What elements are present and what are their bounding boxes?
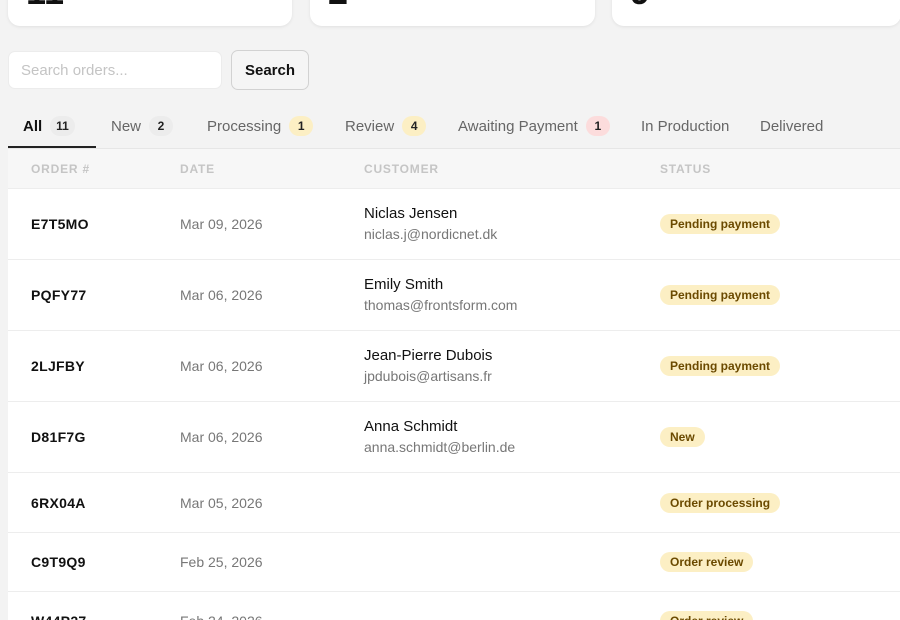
column-header-status: STATUS [660,162,712,176]
tab-label: New [111,117,142,135]
status-cell: New [660,402,705,472]
order-id: 2LJFBY [31,358,85,374]
tab-count-badge: 1 [289,116,314,136]
tab-count-badge: 1 [585,116,610,136]
customer-email: niclas.j@nordicnet.dk [364,226,498,242]
status-cell: Order review [660,592,754,620]
tab-count-badge: 11 [50,116,75,136]
column-header-customer: CUSTOMER [364,162,439,176]
status-badge: Order processing [660,492,781,513]
table-row[interactable]: W44P27 Feb 24, 2026 Order review [8,592,900,620]
customer-cell: Jean-Pierre Dubois jpdubois@artisans.fr [364,331,492,401]
stat-value: 2 [328,0,348,10]
order-id: D81F7G [31,429,86,445]
table-row[interactable]: 6RX04A Mar 05, 2026 Order processing [8,473,900,533]
tab-label: Awaiting Payment [458,117,578,135]
tab-delivered[interactable]: Delivered [745,104,823,148]
tab-count-badge: 2 [149,116,174,136]
orders-table: ORDER # DATE CUSTOMER STATUS E7T5MO Mar … [8,148,900,620]
tab-label: Delivered [760,117,824,135]
table-row[interactable]: E7T5MO Mar 09, 2026 Niclas Jensen niclas… [8,189,900,260]
order-date: Mar 06, 2026 [180,358,263,374]
stat-value: 9 [630,0,650,10]
stat-value: 11 [26,0,64,10]
table-row[interactable]: PQFY77 Mar 06, 2026 Emily Smith thomas@f… [8,260,900,331]
tab-new[interactable]: New 2 [96,104,174,148]
status-cell: Pending payment [660,331,781,401]
order-id: W44P27 [31,592,87,620]
customer-name: Niclas Jensen [364,205,458,222]
order-date: Mar 05, 2026 [180,494,263,511]
customer-name: Anna Schmidt [364,418,458,435]
status-badge: Order review [660,611,754,620]
customer-cell: Niclas Jensen niclas.j@nordicnet.dk [364,189,497,259]
tab-review[interactable]: Review 4 [330,104,427,148]
table-row[interactable]: 2LJFBY Mar 06, 2026 Jean-Pierre Dubois j… [8,331,900,402]
tab-label: Review [345,117,395,135]
tab-label: In Production [641,117,730,135]
tab-in-production[interactable]: In Production [626,104,729,148]
order-date: Feb 25, 2026 [180,554,263,570]
tab-label: Processing [207,117,282,135]
stat-card-third: 9 [612,0,900,26]
status-badge: Pending payment [660,214,781,234]
status-cell: Pending payment [660,189,781,259]
order-id: E7T5MO [31,216,89,232]
status-badge: Pending payment [660,285,781,305]
customer-name: Emily Smith [364,276,444,293]
status-cell: Order review [660,533,754,591]
order-date: Mar 06, 2026 [180,429,263,445]
stat-cards: 11 2 9 [8,0,900,26]
customer-email: anna.schmidt@berlin.de [364,439,516,455]
order-id: PQFY77 [31,287,87,303]
customer-email: thomas@frontsform.com [364,297,518,313]
tab-all[interactable]: All 11 [8,104,96,148]
order-date: Feb 24, 2026 [180,592,263,620]
status-tabs: All 11 New 2 Processing 1 Review 4 Await… [8,104,900,148]
table-row[interactable]: C9T9Q9 Feb 25, 2026 Order review [8,533,900,592]
order-id: C9T9Q9 [31,554,86,570]
customer-cell: Anna Schmidt anna.schmidt@berlin.de [364,402,515,472]
status-cell: Pending payment [660,260,781,330]
table-row[interactable]: D81F7G Mar 06, 2026 Anna Schmidt anna.sc… [8,402,900,473]
tab-count-badge: 4 [402,116,427,136]
column-header-date: DATE [180,162,215,176]
search-button[interactable]: Search [231,50,309,90]
status-badge: New [660,427,705,447]
status-cell: Order processing [660,473,781,532]
stat-card-second: 2 [310,0,595,26]
customer-name: Jean-Pierre Dubois [364,347,493,364]
order-id: 6RX04A [31,494,86,511]
status-badge: Pending payment [660,356,781,376]
column-header-order: ORDER # [31,162,90,176]
search-input[interactable] [8,51,222,89]
order-date: Mar 09, 2026 [180,216,263,232]
tab-awaiting-payment[interactable]: Awaiting Payment 1 [443,104,610,148]
customer-email: jpdubois@artisans.fr [364,368,492,384]
status-badge: Order review [660,552,754,572]
stat-card-total: 11 [8,0,292,26]
tab-label: All [23,117,43,135]
order-date: Mar 06, 2026 [180,287,263,303]
tab-processing[interactable]: Processing 1 [192,104,314,148]
table-header: ORDER # DATE CUSTOMER STATUS [8,149,900,189]
customer-cell: Emily Smith thomas@frontsform.com [364,260,517,330]
